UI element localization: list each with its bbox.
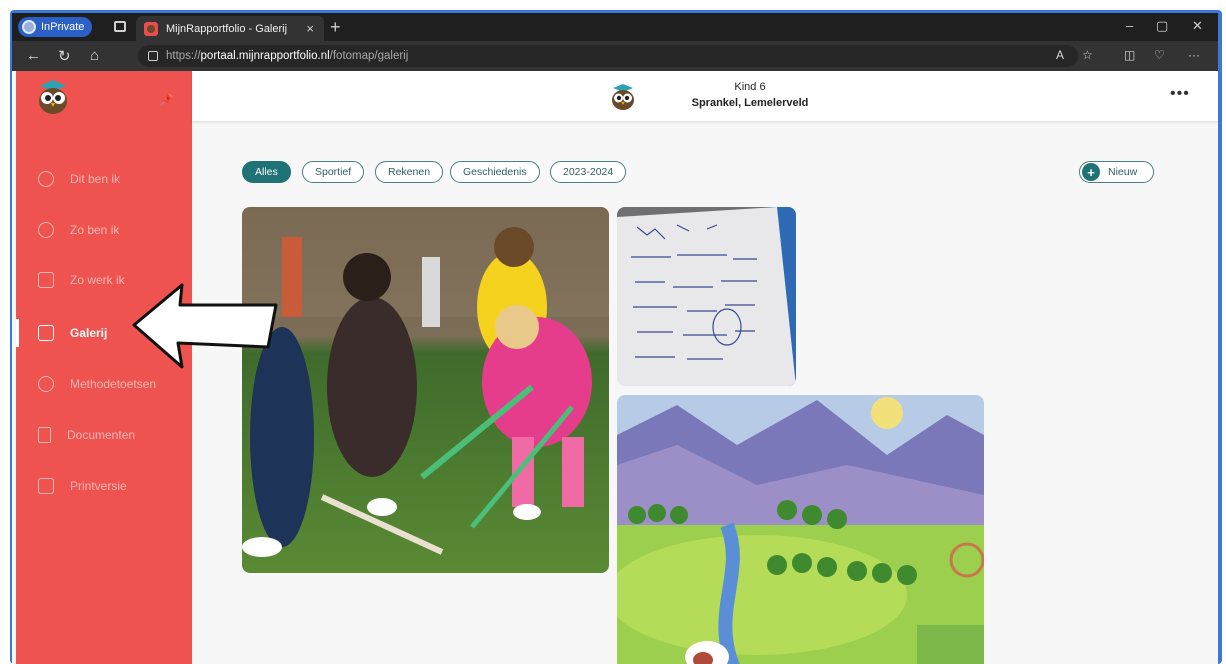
minimize-button[interactable]: – (1126, 18, 1133, 33)
gallery-photo-hockey[interactable] (242, 207, 609, 573)
gallery-photo-worksheet[interactable] (617, 207, 796, 386)
gallery-photo-drawing[interactable] (617, 395, 984, 664)
landscape-drawing-image (617, 395, 984, 664)
document-icon (38, 427, 51, 443)
home-icon[interactable]: ⌂ (90, 47, 99, 64)
hockey-photo-image (242, 207, 609, 573)
filter-chip-alles[interactable]: Alles (242, 161, 291, 183)
app-area: 📌 Dit ben ik Zo ben ik Zo werk ik Galeri… (12, 71, 1218, 664)
inprivate-label: InPrivate (41, 21, 85, 33)
plus-icon: + (1082, 163, 1100, 181)
sidebar-item-label: Documenten (67, 428, 136, 442)
camera-icon (38, 325, 54, 341)
lock-icon (148, 51, 158, 61)
tab-title: MijnRapportfolio - Galerij (166, 22, 288, 35)
chat-smile-icon (38, 171, 54, 187)
sidebar-item-zo-ben-ik[interactable]: Zo ben ik (16, 214, 192, 246)
browser-tab[interactable]: MijnRapportfolio - Galerij × (136, 16, 324, 41)
annotation-arrow-icon (132, 283, 278, 369)
sidebar-item-dit-ben-ik[interactable]: Dit ben ik (16, 163, 192, 195)
sidebar-item-documenten[interactable]: Documenten (16, 419, 192, 451)
school-name: Sprankel, Lemelerveld (691, 97, 809, 109)
worksheet-photo-image (617, 207, 796, 386)
sidebar-item-methodetoetsen[interactable]: Methodetoetsen (16, 368, 192, 400)
sidebar-item-label: Zo ben ik (70, 223, 120, 237)
new-tab-button[interactable]: + (330, 17, 341, 38)
split-screen-icon[interactable]: ◫ (1124, 48, 1135, 62)
new-item-button[interactable]: + Nieuw (1079, 161, 1154, 183)
thumbs-up-icon (38, 272, 54, 288)
address-bar: ← ↻ ⌂ https://portaal.mijnrapportfolio.n… (12, 41, 1218, 71)
profile-avatar-icon (22, 20, 36, 34)
url-path: /fotomap/galerij (329, 50, 409, 62)
more-options-button[interactable]: ••• (1170, 85, 1190, 103)
sidebar-item-label: Zo werk ik (70, 273, 125, 287)
new-button-label: Nieuw (1108, 166, 1138, 178)
person-circle-icon (38, 222, 54, 238)
refresh-icon[interactable]: ↻ (58, 47, 71, 65)
printer-icon (38, 478, 54, 494)
owl-logo-icon[interactable] (36, 77, 70, 115)
favorite-star-icon[interactable]: ☆ (1082, 48, 1093, 62)
sidebar-item-label: Dit ben ik (70, 172, 121, 186)
target-icon (38, 376, 54, 392)
pin-icon[interactable]: 📌 (160, 93, 174, 106)
url-host: portaal.mijnrapportfolio.nl (200, 50, 330, 62)
child-name: Kind 6 (734, 81, 766, 93)
browser-window: InPrivate MijnRapportfolio - Galerij × +… (12, 13, 1218, 664)
sidebar-item-label: Printversie (70, 479, 127, 493)
filter-chip-rekenen[interactable]: Rekenen (375, 161, 444, 183)
url-protocol: https:// (166, 50, 201, 62)
filter-chip-geschiedenis[interactable]: Geschiedenis (450, 161, 540, 183)
inprivate-badge[interactable]: InPrivate (18, 17, 93, 37)
page-header: Kind 6 Sprankel, Lemelerveld ••• (192, 71, 1218, 121)
sidebar-item-label: Galerij (70, 326, 108, 340)
sidebar-item-printversie[interactable]: Printversie (16, 470, 192, 502)
sidebar-item-label: Methodetoetsen (70, 377, 157, 391)
restore-button[interactable]: ▢ (1156, 18, 1168, 34)
child-avatar-owl-icon (612, 84, 634, 110)
filter-chip-2023-2024[interactable]: 2023-2024 (550, 161, 627, 183)
extension-icon[interactable]: ♡ (1154, 48, 1165, 62)
read-aloud-icon[interactable]: A (1056, 48, 1064, 62)
filter-chip-sportief[interactable]: Sportief (302, 161, 365, 183)
tab-actions-icon[interactable] (114, 21, 126, 32)
favicon-owl-icon (144, 21, 158, 36)
close-window-button[interactable]: ✕ (1192, 18, 1203, 34)
title-bar: InPrivate MijnRapportfolio - Galerij × +… (12, 13, 1218, 41)
back-arrow-icon[interactable]: ← (26, 47, 41, 64)
tab-close-icon[interactable]: × (306, 21, 314, 36)
url-field[interactable]: https://portaal.mijnrapportfolio.nl/foto… (138, 45, 1078, 67)
browser-menu-icon[interactable]: ··· (1188, 48, 1200, 62)
